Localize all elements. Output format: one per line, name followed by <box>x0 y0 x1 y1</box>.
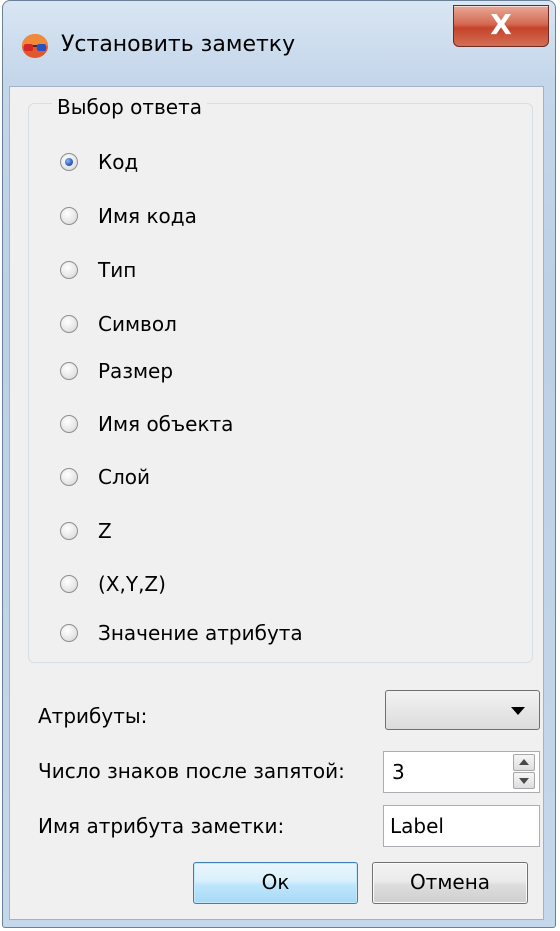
close-icon: X <box>490 8 512 41</box>
radio-label[interactable]: Имя объекта <box>98 412 233 436</box>
radio-button[interactable] <box>60 624 78 642</box>
attributes-label: Атрибуты: <box>38 704 148 728</box>
ok-button[interactable]: Ок <box>193 862 358 904</box>
radio-option-type[interactable]: Тип <box>60 255 136 285</box>
radio-button[interactable] <box>60 153 78 171</box>
radio-button[interactable] <box>60 315 78 333</box>
radio-label[interactable]: (X,Y,Z) <box>98 572 166 596</box>
radio-label[interactable]: Тип <box>98 258 136 282</box>
radio-label[interactable]: Слой <box>98 465 150 489</box>
radio-option-object-name[interactable]: Имя объекта <box>60 409 233 439</box>
radio-button[interactable] <box>60 207 78 225</box>
radio-button[interactable] <box>60 362 78 380</box>
radio-option-layer[interactable]: Слой <box>60 462 150 492</box>
radio-label[interactable]: Значение атрибута <box>98 621 303 645</box>
radio-button[interactable] <box>60 575 78 593</box>
radio-button[interactable] <box>60 468 78 486</box>
radio-button[interactable] <box>60 522 78 540</box>
radio-button[interactable] <box>60 261 78 279</box>
radio-label[interactable]: Имя кода <box>98 204 197 228</box>
radio-option-attribute-value[interactable]: Значение атрибута <box>60 618 303 648</box>
radio-button[interactable] <box>60 415 78 433</box>
answer-group-legend: Выбор ответа <box>52 94 208 120</box>
attributes-dropdown[interactable] <box>385 690 540 730</box>
stepper-buttons <box>513 754 537 790</box>
app-logo-icon <box>22 34 48 58</box>
decimals-label: Число знаков после запятой: <box>38 759 345 783</box>
radio-option-z[interactable]: Z <box>60 516 112 546</box>
radio-option-xyz[interactable]: (X,Y,Z) <box>60 569 166 599</box>
decrement-arrow-icon[interactable] <box>513 772 535 789</box>
increment-arrow-icon[interactable] <box>513 754 535 771</box>
window-title: Установить заметку <box>61 32 296 57</box>
radio-label[interactable]: Размер <box>98 359 173 383</box>
radio-label[interactable]: Z <box>98 519 112 543</box>
cancel-button[interactable]: Отмена <box>372 862 528 904</box>
attr-name-input[interactable]: Label <box>383 805 540 847</box>
radio-option-code-name[interactable]: Имя кода <box>60 201 197 231</box>
chevron-down-icon[interactable] <box>511 707 525 715</box>
radio-label[interactable]: Код <box>98 150 138 174</box>
radio-option-symbol[interactable]: Символ <box>60 309 177 339</box>
close-button[interactable]: X <box>453 5 549 47</box>
radio-label[interactable]: Символ <box>98 312 177 336</box>
decimals-stepper[interactable]: 3 <box>383 751 540 793</box>
radio-option-code[interactable]: Код <box>60 147 138 177</box>
radio-option-size[interactable]: Размер <box>60 356 173 386</box>
attr-name-label: Имя атрибута заметки: <box>38 814 285 838</box>
decimals-value[interactable]: 3 <box>392 752 405 792</box>
